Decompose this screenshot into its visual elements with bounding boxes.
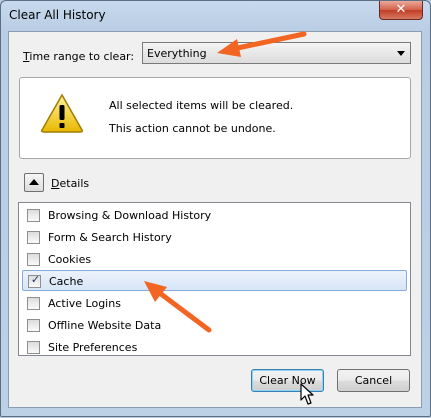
cancel-button[interactable]: Cancel xyxy=(337,369,410,392)
time-range-select[interactable]: Everything xyxy=(142,42,411,64)
mouse-cursor-icon xyxy=(300,383,314,405)
close-button[interactable]: ✕ xyxy=(379,1,423,20)
history-items-list[interactable]: Browsing & Download History Form & Searc… xyxy=(18,202,411,356)
checkbox[interactable] xyxy=(27,297,40,310)
dialog-body: Time range to clear: Everything All sele… xyxy=(8,31,422,408)
list-item-form-search-history[interactable]: Form & Search History xyxy=(22,227,407,248)
list-item-active-logins[interactable]: Active Logins xyxy=(22,293,407,314)
title-bar[interactable]: Clear All History ✕ xyxy=(1,1,430,31)
details-label[interactable]: Details xyxy=(51,177,89,190)
list-item-label: Form & Search History xyxy=(48,231,172,244)
chevron-up-icon xyxy=(29,179,39,185)
list-item-label: Cache xyxy=(49,275,84,288)
warning-box: All selected items will be cleared. This… xyxy=(19,77,411,159)
dropdown-arrow-icon[interactable] xyxy=(397,51,405,56)
list-item-label: Browsing & Download History xyxy=(48,209,212,222)
warning-triangle-icon xyxy=(41,93,83,133)
checkbox[interactable] xyxy=(27,319,40,332)
time-range-label: Time range to clear: xyxy=(23,50,134,63)
checkbox[interactable] xyxy=(27,341,40,354)
list-item-browsing-download-history[interactable]: Browsing & Download History xyxy=(22,205,407,226)
warning-text-1: All selected items will be cleared. xyxy=(109,99,294,112)
details-label-text: etails xyxy=(59,177,90,190)
dialog-window: Clear All History ✕ Time range to clear:… xyxy=(0,0,431,417)
window-title: Clear All History xyxy=(9,8,106,22)
checkbox[interactable] xyxy=(27,209,40,222)
details-toggle-button[interactable] xyxy=(24,173,44,192)
list-item-cache[interactable]: ✓ Cache xyxy=(22,270,407,291)
time-range-value: Everything xyxy=(147,47,207,60)
checkbox[interactable] xyxy=(27,253,40,266)
list-item-cookies[interactable]: Cookies xyxy=(22,249,407,270)
time-range-label-text: ime range to clear: xyxy=(29,50,135,63)
list-item-label: Site Preferences xyxy=(48,341,138,354)
list-item-label: Cookies xyxy=(48,253,92,266)
checkbox[interactable]: ✓ xyxy=(28,273,41,288)
list-item-site-preferences[interactable]: Site Preferences xyxy=(22,337,407,358)
warning-text-2: This action cannot be undone. xyxy=(109,122,276,135)
checkbox[interactable] xyxy=(27,231,40,244)
list-item-label: Offline Website Data xyxy=(48,319,162,332)
close-icon: ✕ xyxy=(395,2,407,17)
checkmark-icon: ✓ xyxy=(30,273,41,286)
list-item-label: Active Logins xyxy=(48,297,121,310)
list-item-offline-website-data[interactable]: Offline Website Data xyxy=(22,315,407,336)
